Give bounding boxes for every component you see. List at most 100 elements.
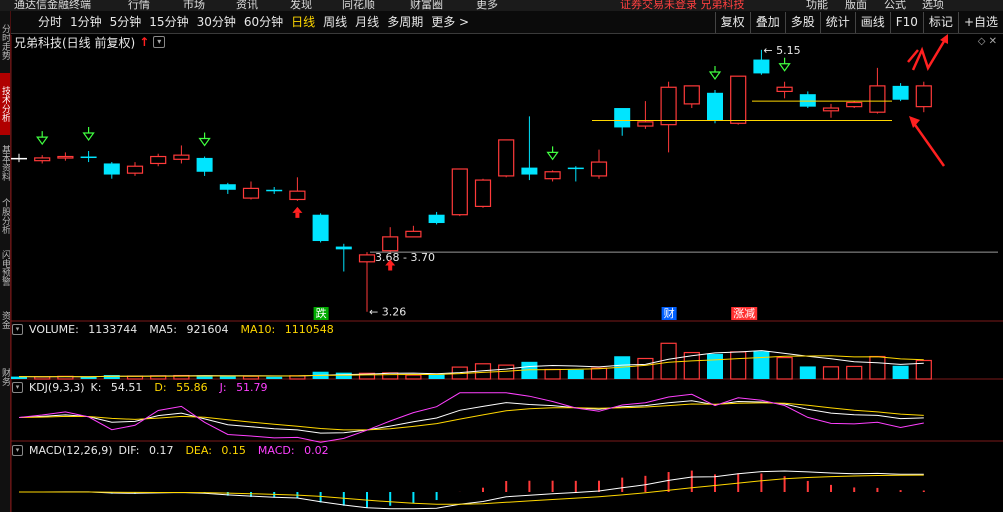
macd-dea-name: DEA:	[185, 444, 212, 457]
macd-dif-name: DIF:	[118, 444, 140, 457]
volume-bar	[428, 374, 445, 379]
macd-menu-icon[interactable]: ▾	[12, 445, 23, 456]
macd-dif-line	[19, 470, 924, 510]
candle-body	[846, 101, 863, 108]
volume-name: VOLUME:	[29, 323, 79, 336]
candle-body	[660, 86, 677, 126]
macd-dea-value: 0.15	[221, 444, 246, 457]
volume-bar	[590, 367, 608, 380]
candle-body	[915, 85, 932, 108]
sell-signal-icon	[708, 71, 722, 81]
volume-menu-icon[interactable]: ▾	[12, 324, 23, 335]
candle-body	[869, 85, 886, 113]
volume-bar	[335, 372, 352, 379]
kdj-k: K: 54.51	[91, 381, 149, 395]
volume-bar	[730, 351, 747, 380]
volume-bar	[776, 356, 793, 380]
event-tag-label: 涨减	[733, 307, 755, 320]
macd-legend: ▾ MACD(12,26,9) DIF: 0.17 DEA: 0.15 MACD…	[12, 444, 341, 458]
kdj-j: J: 51.79	[220, 381, 274, 395]
volume-bar	[544, 368, 561, 380]
macd-name: MACD(12,26,9)	[29, 444, 113, 457]
volume-bar	[567, 369, 584, 379]
macd-dif: DIF: 0.17	[119, 444, 180, 458]
candle-body	[335, 246, 352, 250]
candle-body	[80, 156, 97, 159]
candle-body	[428, 214, 445, 224]
candle-body	[637, 121, 654, 127]
candle-body	[707, 92, 723, 121]
candle-body	[34, 157, 51, 162]
ma5-value: 921604	[186, 323, 229, 336]
ma5-label: MA5: 921604	[149, 323, 234, 337]
volume-bar	[103, 375, 120, 379]
volume-value: 1133744	[88, 323, 138, 336]
candle-body	[405, 230, 422, 238]
kdj-d: D: 55.86	[154, 381, 213, 395]
sell-signal-icon	[82, 132, 95, 142]
high-price-label: ← 5.15	[763, 44, 800, 57]
volume-bar	[753, 351, 770, 379]
sell-signal-icon	[778, 63, 791, 72]
volume-bar	[637, 357, 654, 380]
candle-body	[567, 167, 584, 170]
candle-body	[242, 187, 260, 199]
sell-signal-icon	[198, 137, 211, 147]
event-tag-label: 财	[664, 306, 675, 320]
candle-body	[776, 86, 793, 93]
volume-bar	[266, 376, 283, 379]
kdj-k-value: 54.51	[110, 381, 143, 394]
volume-bar	[242, 375, 260, 380]
kdj-menu-icon[interactable]: ▾	[12, 382, 23, 393]
candle-body	[498, 139, 515, 177]
candle-body	[590, 161, 608, 177]
kdj-k-name: K:	[90, 381, 102, 394]
candle-body	[11, 157, 27, 160]
ma10-label: MA10: 1110548	[241, 323, 340, 337]
candle-body	[544, 171, 561, 180]
volume-bar	[846, 365, 863, 380]
macd-dif-value: 0.17	[148, 444, 174, 457]
kdj-name: KDJ(9,3,3)	[29, 381, 85, 394]
annotation-arrow	[909, 116, 920, 128]
candle-body	[521, 167, 538, 175]
kdj-legend: ▾ KDJ(9,3,3) K: 54.51 D: 55.86 J: 51.79	[12, 381, 280, 395]
candle-body	[173, 154, 190, 160]
kdj-j-name: J:	[219, 381, 227, 394]
candle-body	[219, 184, 236, 190]
volume-bar	[707, 353, 723, 379]
stock-title: 兄弟科技(日线 前复权)	[14, 35, 136, 50]
volume-label: VOLUME: 1133744	[29, 323, 143, 337]
candle-body	[57, 155, 74, 159]
candle-body	[196, 157, 213, 172]
macd-dea-line	[19, 474, 924, 505]
ma5-name: MA5:	[149, 323, 178, 336]
volume-bar	[405, 374, 422, 380]
macd-hist-value: 0.02	[304, 444, 329, 457]
candle-body	[289, 190, 306, 201]
macd-hist-name: MACD:	[257, 444, 295, 457]
volume-legend: ▾ VOLUME: 1133744 MA5: 921604 MA10: 1110…	[12, 323, 346, 337]
window-controls[interactable]: ◇ ✕	[978, 36, 997, 47]
ma10-value: 1110548	[284, 323, 334, 336]
up-arrow-icon: ↑	[139, 35, 150, 49]
annotation-arrow	[911, 37, 948, 71]
candle-body	[730, 75, 747, 124]
annotation-arrow	[911, 121, 946, 167]
kdj-j-line	[18, 392, 924, 443]
macd-hist: MACD: 0.02	[258, 444, 335, 458]
buy-signal-icon	[292, 206, 303, 213]
candle-body	[614, 108, 631, 128]
event-tag-label: 跌	[316, 306, 327, 320]
chart-area[interactable]: ← 5.15 3.68 - 3.70 ← 3.26 跌 财 涨减	[0, 0, 1003, 512]
chevron-down-icon[interactable]: ▾	[153, 36, 166, 48]
candle-body	[358, 254, 376, 263]
candle-body	[266, 189, 283, 192]
candle-body	[892, 85, 909, 100]
candle-body	[451, 168, 468, 216]
candle-body	[126, 165, 144, 174]
volume-bar	[498, 364, 515, 380]
buy-signal-icon	[388, 265, 393, 271]
macd-dea: DEA: 0.15	[185, 444, 251, 458]
candle-body	[103, 163, 120, 175]
